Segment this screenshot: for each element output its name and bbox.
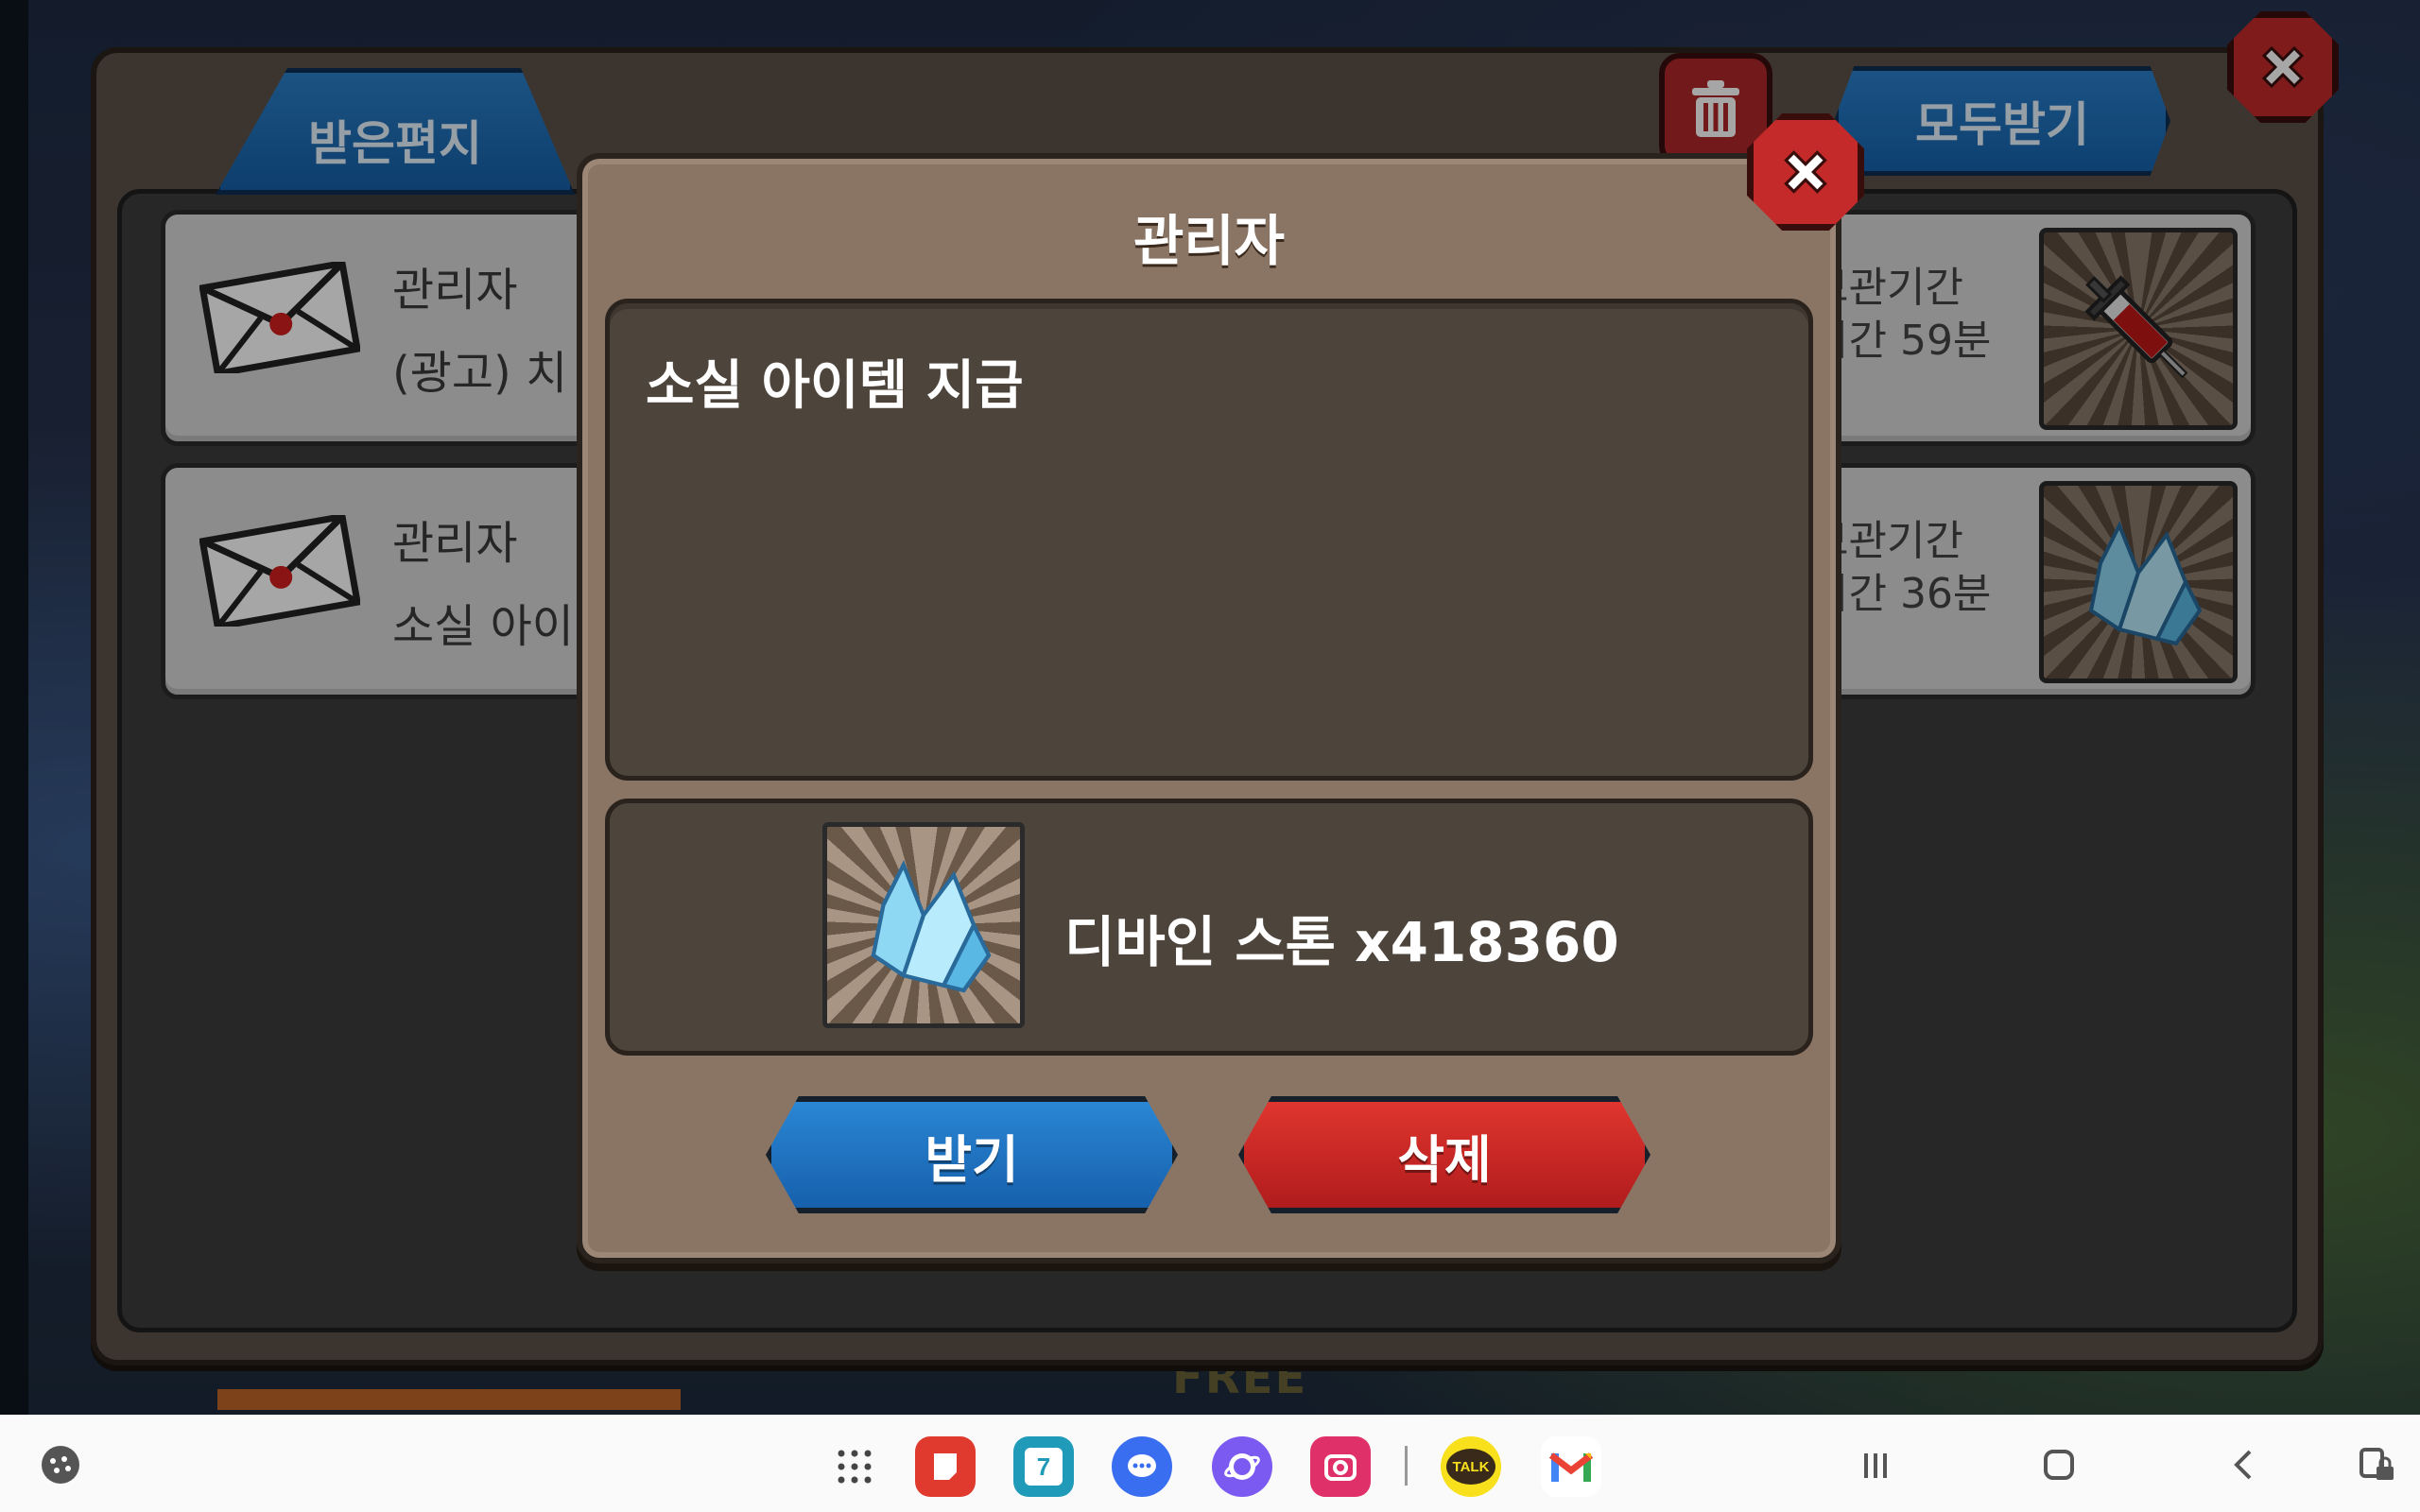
message-box: 소실 아이템 지급: [605, 299, 1813, 781]
calendar-day: 7: [1036, 1452, 1051, 1481]
home-icon: [2044, 1450, 2074, 1480]
delete-label: 삭제: [1397, 1129, 1492, 1190]
calendar-icon: 7: [1025, 1448, 1063, 1486]
recent-apps-icon: [1864, 1453, 1887, 1478]
accept-button[interactable]: 받기: [766, 1096, 1178, 1213]
messages-app-button[interactable]: [1112, 1436, 1172, 1497]
back-button[interactable]: [2216, 1436, 2273, 1493]
back-icon: [2234, 1450, 2252, 1480]
app-drawer-button[interactable]: [824, 1436, 885, 1497]
kakaotalk-label: TALK: [1452, 1458, 1490, 1475]
gamepad-icon: [42, 1446, 79, 1484]
reward-thumbnail: [822, 822, 1025, 1028]
delete-button[interactable]: 삭제: [1238, 1096, 1651, 1213]
camera-icon: [1324, 1454, 1357, 1481]
home-button[interactable]: [2031, 1436, 2087, 1493]
memo-icon: [934, 1453, 957, 1480]
game-launcher-button[interactable]: [32, 1436, 89, 1493]
internet-icon: [1224, 1453, 1260, 1480]
gmail-icon: [1548, 1452, 1594, 1482]
taskbar-divider: [1405, 1446, 1408, 1486]
crystal-icon: [871, 860, 992, 993]
calendar-app-button[interactable]: 7: [1013, 1436, 1074, 1497]
memo-app-button[interactable]: [915, 1436, 976, 1497]
message-text: 소실 아이템 지급: [646, 355, 1024, 417]
dialog-title: 관리자: [1132, 209, 1286, 273]
messages-icon: [1128, 1454, 1156, 1477]
rotate-lock-button[interactable]: [2348, 1436, 2405, 1493]
rotate-lock-icon: [2360, 1448, 2394, 1480]
recent-apps-button[interactable]: [1847, 1436, 1904, 1493]
close-icon: [1784, 150, 1827, 194]
kakaotalk-app-button[interactable]: TALK: [1441, 1436, 1501, 1497]
internet-app-button[interactable]: [1212, 1436, 1272, 1497]
kakaotalk-icon: TALK: [1446, 1449, 1495, 1485]
reward-text: 디바인 스톤 x418360: [1064, 910, 1619, 974]
app-drawer-icon: [838, 1450, 872, 1484]
gmail-app-button[interactable]: [1541, 1436, 1601, 1497]
camera-app-button[interactable]: [1310, 1436, 1371, 1497]
accept-label: 받기: [925, 1129, 1019, 1190]
